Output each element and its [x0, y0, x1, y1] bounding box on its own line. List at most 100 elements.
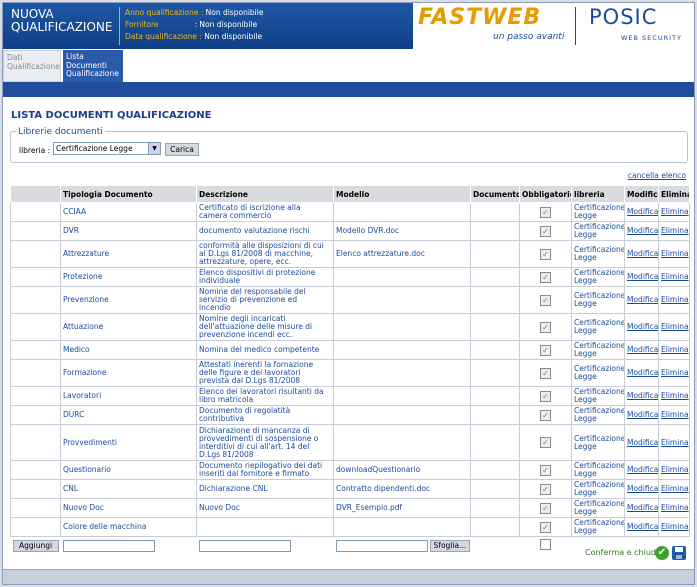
check-icon[interactable]: ✔ [655, 546, 669, 560]
obbligatorio-cell: ✓ [519, 460, 572, 480]
modifica-link[interactable]: Modifica [624, 405, 659, 425]
obbligatorio-checkbox[interactable]: ✓ [540, 367, 551, 379]
modello-link[interactable] [333, 405, 471, 425]
modifica-link[interactable]: Modifica [624, 313, 659, 341]
modifica-link[interactable]: Modifica [624, 386, 659, 406]
modello-link[interactable]: downloadQuestionario [333, 460, 471, 480]
descrizione-cell: documento valutazione rischi [196, 221, 334, 241]
save-icon[interactable] [672, 546, 686, 560]
cancella-elenco-link[interactable]: cancella elenco [628, 171, 686, 180]
modifica-link[interactable]: Modifica [624, 359, 659, 387]
carica-button[interactable]: Carica [165, 143, 199, 156]
row-blank-cell [10, 313, 61, 341]
obbligatorio-checkbox[interactable]: ✓ [540, 321, 551, 333]
libreria-cell: Certificazione Legge [571, 313, 625, 341]
elimina-link[interactable]: Elimina [658, 405, 690, 425]
page-header-title: NUOVA QUALIFICAZIONE [11, 8, 112, 34]
modello-link[interactable]: Contratto dipendenti.doc [333, 479, 471, 499]
elimina-link[interactable]: Elimina [658, 424, 690, 461]
elimina-link[interactable]: Elimina [658, 460, 690, 480]
modello-link[interactable]: Modello DVR.doc [333, 221, 471, 241]
sfoglia-button[interactable]: Sfoglia... [429, 539, 470, 552]
tab-dati-qualificazione[interactable]: Dati Qualificazione [3, 50, 61, 82]
obbligatorio-checkbox[interactable]: ✓ [540, 206, 551, 218]
conferma-chiudi-link[interactable]: Conferma e chiudi [585, 548, 658, 557]
descrizione-cell [196, 517, 334, 537]
modello-link[interactable] [333, 313, 471, 341]
obbligatorio-checkbox[interactable]: ✓ [540, 502, 551, 514]
new-tipologia-input[interactable] [62, 539, 155, 552]
obbligatorio-checkbox[interactable]: ✓ [540, 521, 551, 533]
modello-link[interactable] [333, 517, 471, 537]
obbligatorio-checkbox[interactable]: ✓ [540, 344, 551, 356]
row-blank-cell [10, 359, 61, 387]
elimina-link[interactable]: Elimina [658, 240, 690, 268]
obbligatorio-checkbox[interactable]: ✓ [540, 225, 551, 237]
modello-link[interactable] [333, 202, 471, 222]
elimina-link[interactable]: Elimina [658, 221, 690, 241]
libreria-select[interactable]: Certificazione Legge ▼ [53, 142, 161, 155]
obbligatorio-checkbox[interactable]: ✓ [540, 464, 551, 476]
new-file-input[interactable] [335, 539, 428, 552]
row-blank-cell [10, 479, 61, 499]
modifica-link[interactable]: Modifica [624, 240, 659, 268]
modifica-link[interactable]: Modifica [624, 202, 659, 222]
row-blank-cell [10, 498, 61, 518]
descrizione-cell: Nomine del responsabile del servizio di … [196, 286, 334, 314]
header: NUOVA QUALIFICAZIONE Anno qualificazione… [3, 3, 694, 49]
elimina-link[interactable]: Elimina [658, 340, 690, 360]
new-obbligatorio-checkbox[interactable] [540, 539, 551, 550]
documento-cell [470, 340, 520, 360]
elimina-link[interactable]: Elimina [658, 359, 690, 387]
modifica-link[interactable]: Modifica [624, 221, 659, 241]
table-row: CNL Dichiarazione CNL Contratto dipendenti… [10, 479, 690, 499]
obbligatorio-checkbox[interactable]: ✓ [540, 271, 551, 283]
elimina-link[interactable]: Elimina [658, 267, 690, 287]
obbligatorio-checkbox[interactable]: ✓ [540, 294, 551, 306]
modifica-link[interactable]: Modifica [624, 498, 659, 518]
elimina-link[interactable]: Elimina [658, 202, 690, 222]
obbligatorio-checkbox[interactable]: ✓ [540, 409, 551, 421]
row-blank-cell [10, 286, 61, 314]
tab-lista-documenti[interactable]: Lista Documenti Qualificazione [63, 50, 123, 82]
obbligatorio-checkbox[interactable]: ✓ [540, 483, 551, 495]
meta-key-data: Data qualificazione : [125, 32, 202, 41]
elimina-link[interactable]: Elimina [658, 517, 690, 537]
modello-link[interactable]: DVR_Esempio.pdf [333, 498, 471, 518]
modello-link[interactable] [333, 424, 471, 461]
obbligatorio-checkbox[interactable]: ✓ [540, 248, 551, 260]
chevron-down-icon[interactable]: ▼ [148, 143, 160, 154]
row-blank-cell [10, 221, 61, 241]
elimina-link[interactable]: Elimina [658, 498, 690, 518]
col-header-modello: Modello [333, 185, 471, 203]
libreria-cell: Certificazione Legge [571, 240, 625, 268]
modifica-link[interactable]: Modifica [624, 460, 659, 480]
libreria-cell: Certificazione Legge [571, 340, 625, 360]
descrizione-cell: Documento di regolatità contributiva [196, 405, 334, 425]
modello-link[interactable] [333, 267, 471, 287]
obbligatorio-checkbox[interactable]: ✓ [540, 437, 551, 448]
aggiungi-button[interactable]: Aggiungi [12, 539, 59, 552]
elimina-link[interactable]: Elimina [658, 286, 690, 314]
new-descrizione-input[interactable] [198, 539, 291, 552]
modello-link[interactable]: Elenco attrezzature.doc [333, 240, 471, 268]
obbligatorio-checkbox[interactable]: ✓ [540, 390, 551, 402]
modello-link[interactable] [333, 386, 471, 406]
obbligatorio-cell: ✓ [519, 221, 572, 241]
elimina-link[interactable]: Elimina [658, 313, 690, 341]
descrizione-cell: conformità alle disposizioni di cui al D… [196, 240, 334, 268]
elimina-link[interactable]: Elimina [658, 386, 690, 406]
fastweb-tagline: un passo avanti [493, 32, 565, 42]
obbligatorio-cell: ✓ [519, 286, 572, 314]
libreria-cell: Certificazione Legge [571, 267, 625, 287]
modifica-link[interactable]: Modifica [624, 340, 659, 360]
modifica-link[interactable]: Modifica [624, 479, 659, 499]
modifica-link[interactable]: Modifica [624, 267, 659, 287]
modifica-link[interactable]: Modifica [624, 286, 659, 314]
modello-link[interactable] [333, 359, 471, 387]
modello-link[interactable] [333, 286, 471, 314]
modifica-link[interactable]: Modifica [624, 424, 659, 461]
modifica-link[interactable]: Modifica [624, 517, 659, 537]
modello-link[interactable] [333, 340, 471, 360]
elimina-link[interactable]: Elimina [658, 479, 690, 499]
